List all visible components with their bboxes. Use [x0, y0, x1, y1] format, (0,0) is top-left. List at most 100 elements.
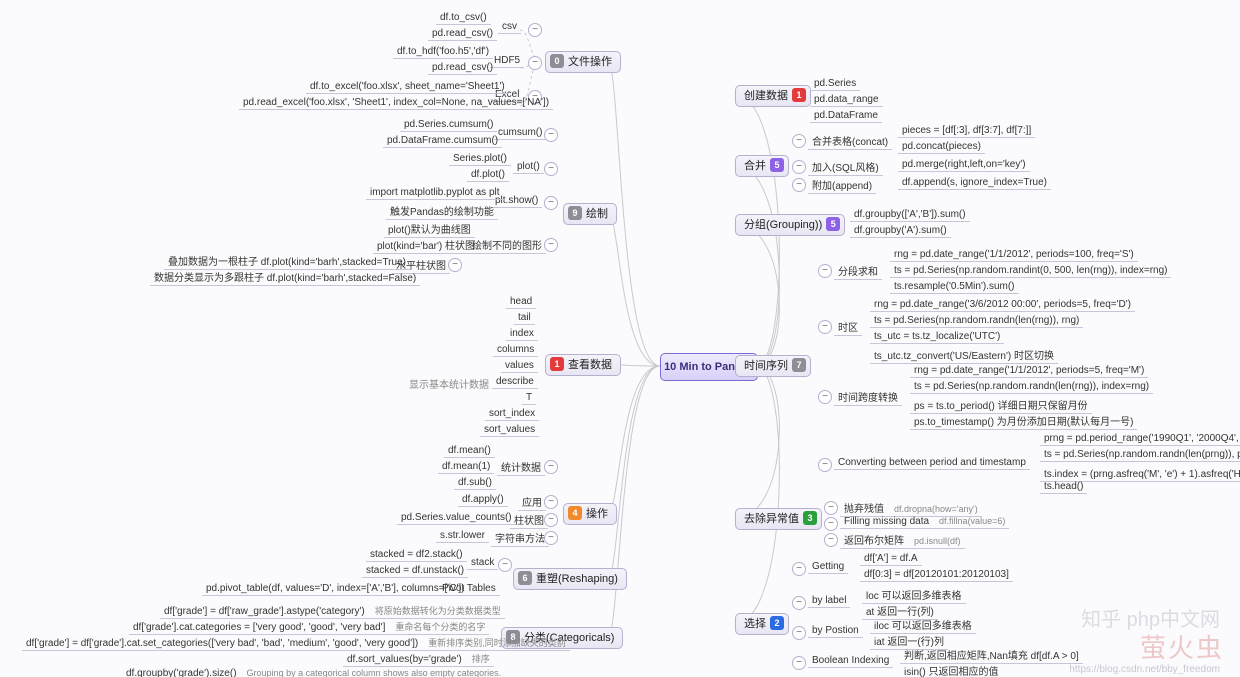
branch-clean[interactable]: 去除异常值3: [735, 508, 822, 530]
collapse-icon[interactable]: −: [528, 23, 542, 37]
leaf: stacked = df.unstack(): [362, 564, 468, 578]
leaf: pd.merge(right,left,on='key'): [898, 158, 1030, 172]
sub-conv[interactable]: Converting between period and timestamp: [834, 456, 1030, 470]
branch-op[interactable]: 4操作: [563, 503, 617, 525]
collapse-icon[interactable]: −: [792, 160, 806, 174]
sub-hist[interactable]: 柱状图: [510, 511, 548, 529]
leaf: df.groupby('A').sum(): [850, 224, 951, 238]
leaf: values: [501, 359, 538, 373]
leaf: prng = pd.period_range('1990Q1', '2000Q4…: [1040, 432, 1240, 446]
collapse-icon[interactable]: −: [544, 495, 558, 509]
leaf: pd.Series.value_counts(): [397, 511, 516, 525]
branch-group[interactable]: 分组(Grouping))5: [735, 214, 845, 236]
branch-reshape[interactable]: 6重塑(Reshaping): [513, 568, 627, 590]
branch-time[interactable]: 时间序列7: [735, 355, 811, 377]
leaf: rng = pd.date_range('1/1/2012', periods=…: [910, 364, 1148, 378]
leaf: ts.resample('0.5Min').sum(): [890, 280, 1019, 294]
leaf: df.sub(): [454, 476, 496, 490]
leaf: pd.concat(pieces): [898, 140, 985, 154]
branch-select[interactable]: 选择2: [735, 613, 789, 635]
leaf: isin() 只返回相应的值: [900, 662, 1002, 677]
collapse-icon[interactable]: −: [498, 558, 512, 572]
collapse-icon[interactable]: −: [544, 238, 558, 252]
collapse-icon[interactable]: −: [792, 134, 806, 148]
collapse-icon[interactable]: −: [818, 458, 832, 472]
collapse-icon[interactable]: −: [544, 162, 558, 176]
collapse-icon[interactable]: −: [792, 596, 806, 610]
collapse-icon[interactable]: −: [818, 390, 832, 404]
collapse-icon[interactable]: −: [792, 656, 806, 670]
sub-str[interactable]: 字符串方法: [491, 529, 549, 547]
note: 显示基本统计数据: [405, 375, 493, 392]
watermark-primary: 萤火虫: [1140, 628, 1224, 665]
leaf: tail: [514, 311, 535, 325]
branch-num: 5: [770, 158, 784, 172]
leaf: df['grade'].cat.categories = ['very good…: [129, 619, 489, 635]
collapse-icon[interactable]: −: [818, 264, 832, 278]
sub-apply[interactable]: 应用: [518, 493, 546, 511]
watermark-url: https://blog.csdn.net/bby_freedom: [1069, 664, 1220, 675]
collapse-icon[interactable]: −: [792, 626, 806, 640]
leaf: df.to_hdf('foo.h5','df'): [393, 45, 493, 59]
leaf: ts = pd.Series(np.random.randn(len(rng))…: [870, 314, 1083, 328]
sub-shapes[interactable]: 绘制不同的图形: [468, 236, 546, 254]
sub-boolidx[interactable]: Boolean Indexing: [808, 654, 893, 668]
sub-stats[interactable]: 统计数据: [497, 458, 545, 476]
leaf: describe: [492, 375, 538, 389]
leaf: s.str.lower: [436, 529, 489, 543]
leaf: pd.DataFrame: [810, 109, 882, 123]
branch-label: 选择: [744, 618, 766, 630]
branch-file-ops[interactable]: 0文件操作: [545, 51, 621, 73]
leaf: pd.Series.cumsum(): [400, 118, 497, 132]
collapse-icon[interactable]: −: [528, 56, 542, 70]
sub-append[interactable]: 附加(append): [808, 176, 876, 194]
leaf: ts = pd.Series(np.random.randn(len(rng))…: [910, 380, 1153, 394]
sub-bypos[interactable]: by Postion: [808, 624, 863, 638]
leaf: index: [506, 327, 538, 341]
branch-num: 7: [792, 358, 806, 372]
leaf: pieces = [df[:3], df[3:7], df[7:]]: [898, 124, 1035, 138]
collapse-icon[interactable]: −: [792, 562, 806, 576]
leaf: df['grade'] = df['grade'].cat.set_catego…: [22, 635, 570, 651]
leaf: df.to_excel('foo.xlsx', sheet_name='Shee…: [306, 80, 509, 94]
collapse-icon[interactable]: −: [544, 460, 558, 474]
leaf: df.groupby(['A','B']).sum(): [850, 208, 970, 222]
leaf: pd.DataFrame.cumsum(): [383, 134, 502, 148]
branch-label: 文件操作: [568, 56, 612, 68]
branch-num: 9: [568, 206, 582, 220]
branch-num: 5: [826, 217, 840, 231]
sub-join[interactable]: 加入(SQL风格): [808, 158, 883, 176]
collapse-icon[interactable]: −: [824, 533, 838, 547]
leaf: df.groupby('grade').size()Grouping by a …: [122, 667, 505, 677]
leaf: Filling missing datadf.fillna(value=6): [840, 515, 1009, 529]
branch-merge[interactable]: 合并5: [735, 155, 789, 177]
sub-span[interactable]: 时间跨度转换: [834, 388, 902, 406]
collapse-icon[interactable]: −: [544, 196, 558, 210]
leaf: Series.plot(): [449, 152, 511, 166]
leaf: sort_values: [480, 423, 539, 437]
collapse-icon[interactable]: −: [792, 178, 806, 192]
leaf: 返回布尔矩阵pd.isnull(df): [840, 531, 965, 549]
branch-create[interactable]: 创建数据1: [735, 85, 811, 107]
branch-num: 4: [568, 506, 582, 520]
leaf: pd.data_range: [810, 93, 883, 107]
sub-getting[interactable]: Getting: [808, 560, 848, 574]
sub-bylabel[interactable]: by label: [808, 594, 850, 608]
collapse-icon[interactable]: −: [818, 320, 832, 334]
collapse-icon[interactable]: −: [824, 501, 838, 515]
sub-resample[interactable]: 分段求和: [834, 262, 882, 280]
branch-num: 1: [550, 357, 564, 371]
sub-plot[interactable]: plot(): [513, 160, 544, 174]
leaf: rng = pd.date_range('1/1/2012', periods=…: [890, 248, 1138, 262]
leaf: head: [506, 295, 536, 309]
collapse-icon[interactable]: −: [448, 258, 462, 272]
branch-view[interactable]: 1查看数据: [545, 354, 621, 376]
sub-tz[interactable]: 时区: [834, 318, 862, 336]
sub-csv[interactable]: csv: [498, 20, 521, 34]
branch-label: 创建数据: [744, 90, 788, 102]
sub-concat[interactable]: 合并表格(concat): [808, 132, 892, 150]
sub-stack[interactable]: stack: [467, 556, 498, 570]
collapse-icon[interactable]: −: [824, 517, 838, 531]
branch-num: 6: [518, 571, 532, 585]
branch-plot[interactable]: 9绘制: [563, 203, 617, 225]
